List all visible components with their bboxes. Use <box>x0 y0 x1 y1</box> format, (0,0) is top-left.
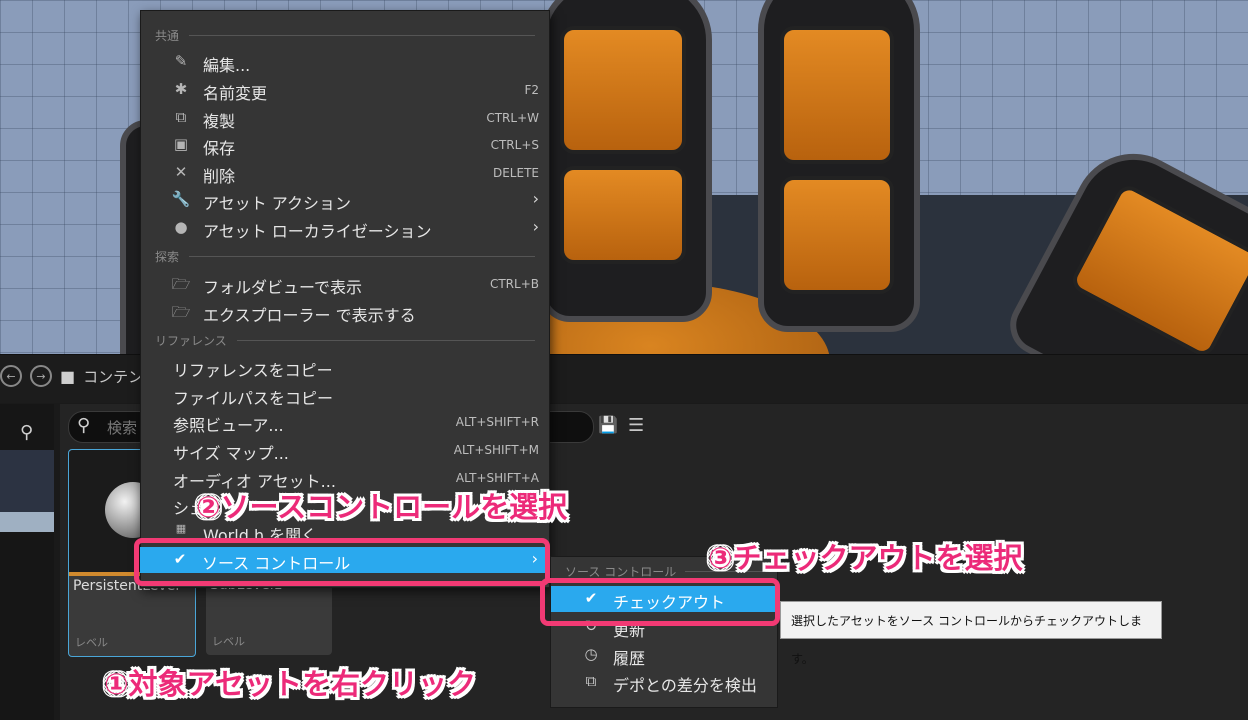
shortcut-label: ALT+SHIFT+R <box>455 415 539 429</box>
divider <box>189 35 535 36</box>
menu-item-asset-localization[interactable]: ● アセット ローカライゼーション › <box>141 215 549 241</box>
history-icon: ◷ <box>584 645 598 663</box>
chevron-right-icon: › <box>532 189 539 208</box>
content-browser-nav: ← → ■ コンテンツ <box>0 365 158 387</box>
selected-folder-row[interactable] <box>0 512 54 532</box>
chevron-right-icon: › <box>532 217 539 236</box>
menu-item-rename[interactable]: ✱ 名前変更 F2 <box>141 77 549 103</box>
sources-tree-area <box>0 450 54 512</box>
menu-item-label: エクスプローラー で表示する <box>203 306 416 325</box>
menu-item-label: リファレンスをコピー <box>173 361 333 380</box>
menu-item-label: 参照ビューア... <box>173 416 284 435</box>
menu-item-edit[interactable]: ✎ 編集... <box>141 49 549 75</box>
submenu-item-label: デポとの差分を検出 <box>613 676 757 695</box>
shortcut-label: CTRL+W <box>486 111 539 125</box>
shortcut-label: CTRL+B <box>489 277 539 291</box>
search-icon[interactable]: ⚲ <box>20 422 33 443</box>
menu-item-duplicate[interactable]: ⧉ 複製 CTRL+W <box>141 105 549 131</box>
chair-2 <box>758 0 920 332</box>
menu-item-copy-reference[interactable]: リファレンスをコピー <box>141 354 549 380</box>
filter-icon[interactable]: ☰ <box>628 415 644 436</box>
globe-icon: ● <box>174 218 188 236</box>
annotation-step2: ②ソースコントロールを選択 <box>196 490 568 524</box>
menu-item-show-in-folder-view[interactable]: 🗁 フォルダビューで表示 CTRL+B <box>141 271 549 297</box>
folder-search-icon: 🗁 <box>171 303 191 321</box>
code-file-icon: ▦ <box>175 522 187 535</box>
menu-item-save[interactable]: ▣ 保存 CTRL+S <box>141 132 549 158</box>
rename-icon: ✱ <box>174 80 188 98</box>
save-all-icon[interactable]: 💾 <box>598 415 618 434</box>
menu-item-label: ファイルパスをコピー <box>173 389 334 408</box>
save-icon: ▣ <box>173 135 189 153</box>
folder-icon: ■ <box>60 366 76 386</box>
menu-item-asset-actions[interactable]: 🔧 アセット アクション › <box>141 187 549 213</box>
menu-item-label: 編集... <box>203 56 251 75</box>
menu-item-label: 名前変更 <box>203 84 268 103</box>
back-icon[interactable]: ← <box>0 365 22 387</box>
forward-icon[interactable]: → <box>30 365 52 387</box>
menu-item-size-map[interactable]: サイズ マップ... ALT+SHIFT+M <box>141 437 549 463</box>
menu-item-label: サイズ マップ... <box>173 444 289 463</box>
section-header-common: 共通 <box>155 29 180 43</box>
menu-item-label: 複製 <box>203 112 236 131</box>
highlight-box-checkout <box>540 578 780 626</box>
menu-item-label: アセット アクション <box>203 194 351 213</box>
shortcut-label: ALT+SHIFT+A <box>455 471 539 485</box>
sources-panel: ⚲ <box>0 404 54 720</box>
submenu-item-label: 履歴 <box>613 649 646 668</box>
menu-item-delete[interactable]: ✕ 削除 DELETE <box>141 160 549 186</box>
annotation-step1: ①対象アセットを右クリック <box>104 667 476 701</box>
duplicate-icon: ⧉ <box>175 108 187 126</box>
search-placeholder: 検索 <box>107 419 138 437</box>
menu-item-label: フォルダビューで表示 <box>203 278 363 297</box>
divider <box>189 256 535 257</box>
section-header-references: リファレンス <box>155 334 227 348</box>
submenu-item-history[interactable]: ◷ 履歴 <box>551 642 777 668</box>
menu-item-show-in-explorer[interactable]: 🗁 エクスプローラー で表示する <box>141 299 549 325</box>
shortcut-label: DELETE <box>492 166 539 180</box>
menu-item-label: 保存 <box>203 139 236 158</box>
menu-item-label: 削除 <box>203 167 236 186</box>
section-header-explore: 探索 <box>155 250 180 264</box>
annotation-step3: ③チェックアウトを選択 <box>708 541 1023 575</box>
shortcut-label: F2 <box>524 83 539 97</box>
highlight-box-source-control <box>134 538 550 586</box>
diff-icon: ⧉ <box>585 672 597 690</box>
delete-icon: ✕ <box>174 163 188 181</box>
shortcut-label: ALT+SHIFT+M <box>453 443 539 457</box>
submenu-item-diff-against-depot[interactable]: ⧉ デポとの差分を検出 <box>551 669 777 695</box>
checkout-tooltip: 選択したアセットをソース コントロールからチェックアウトします。 <box>780 601 1162 666</box>
search-icon: ⚲ <box>77 415 91 436</box>
folder-search-icon: 🗁 <box>171 275 191 293</box>
chair-1 <box>540 0 712 322</box>
shortcut-label: CTRL+S <box>490 138 539 152</box>
asset-type: レベル <box>212 635 245 648</box>
menu-item-reference-viewer[interactable]: 参照ビューア... ALT+SHIFT+R <box>141 409 549 435</box>
menu-item-copy-file-path[interactable]: ファイルパスをコピー <box>141 382 549 408</box>
asset-type: レベル <box>75 636 108 649</box>
menu-item-label: アセット ローカライゼーション <box>203 222 432 241</box>
wrench-icon: 🔧 <box>171 190 191 208</box>
divider <box>237 340 535 341</box>
edit-icon: ✎ <box>174 52 188 70</box>
